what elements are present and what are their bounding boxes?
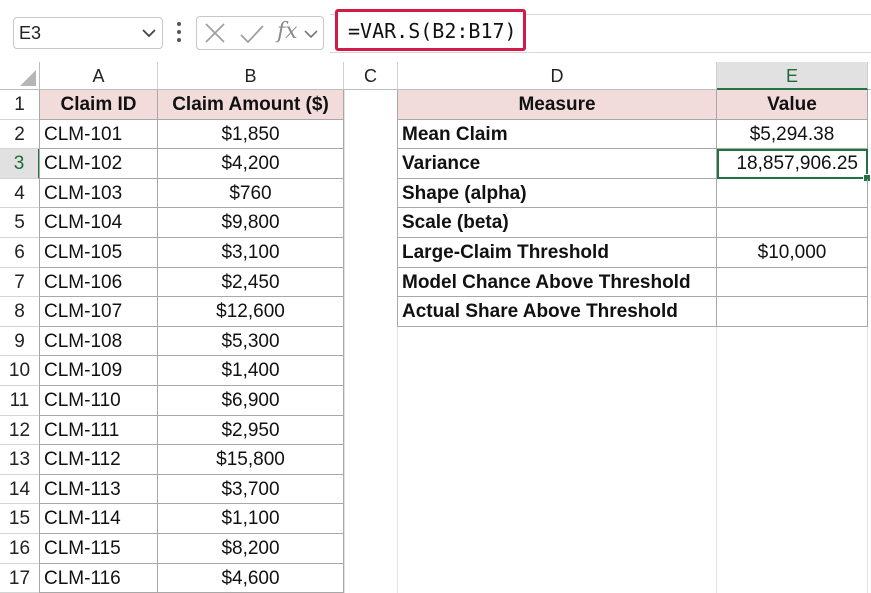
cancel-icon[interactable] <box>204 22 226 44</box>
claim-id-cell[interactable]: CLM-112 <box>40 445 158 475</box>
measure-value-cell[interactable] <box>717 297 868 327</box>
claim-amount-cell[interactable]: $15,800 <box>158 445 344 475</box>
column-header-d[interactable]: D <box>398 62 717 90</box>
chevron-down-icon[interactable] <box>142 28 156 38</box>
measure-label-cell[interactable]: Scale (beta) <box>398 208 717 238</box>
measure-value-cell[interactable] <box>717 178 868 209</box>
row-header-3[interactable]: 3 <box>0 149 40 179</box>
claim-amount-cell[interactable]: $6,900 <box>158 386 344 416</box>
column-header-e[interactable]: E <box>717 62 868 90</box>
measure-value-cell[interactable]: $5,294.38 <box>717 119 868 150</box>
row-header-17[interactable]: 17 <box>0 563 40 593</box>
active-cell-e3[interactable]: 18,857,906.25 <box>717 149 868 179</box>
formula-bar: E3 fx =VAR.S(B2:B17) <box>0 0 871 62</box>
row-header-2[interactable]: 2 <box>0 119 40 150</box>
claim-amount-cell[interactable]: $1,850 <box>158 119 344 150</box>
header-claim-id[interactable]: Claim ID <box>40 90 158 120</box>
measure-label-cell[interactable]: Actual Share Above Threshold <box>398 297 717 327</box>
name-box-value: E3 <box>19 23 42 43</box>
formula-text: =VAR.S(B2:B17) <box>348 19 517 43</box>
claim-amount-cell[interactable]: $1,100 <box>158 504 344 534</box>
claim-amount-cell[interactable]: $4,200 <box>158 149 344 179</box>
measure-label-cell[interactable]: Mean Claim <box>398 119 717 150</box>
chevron-down-icon[interactable] <box>304 29 318 39</box>
claim-amount-cell[interactable]: $5,300 <box>158 326 344 357</box>
select-all-button[interactable] <box>0 62 40 90</box>
measure-label-cell[interactable]: Model Chance Above Threshold <box>398 267 717 298</box>
table-left-border <box>397 90 398 327</box>
claim-id-cell[interactable]: CLM-109 <box>40 356 158 386</box>
claim-id-cell[interactable]: CLM-114 <box>40 504 158 534</box>
row-header-8[interactable]: 8 <box>0 297 40 327</box>
claim-id-cell[interactable]: CLM-101 <box>40 119 158 150</box>
row-header-13[interactable]: 13 <box>0 445 40 475</box>
claim-amount-cell[interactable]: $2,950 <box>158 415 344 446</box>
measure-value-cell[interactable]: $10,000 <box>717 238 868 268</box>
gridline <box>867 326 868 593</box>
claim-id-cell[interactable]: CLM-115 <box>40 534 158 564</box>
insert-function-icon[interactable]: fx <box>277 19 298 44</box>
claim-id-cell[interactable]: CLM-111 <box>40 415 158 446</box>
row-header-12[interactable]: 12 <box>0 415 40 446</box>
claim-amount-cell[interactable]: $2,450 <box>158 267 344 298</box>
more-options-icon[interactable] <box>177 22 181 42</box>
header-claim-amount[interactable]: Claim Amount ($) <box>158 90 344 120</box>
row-header-5[interactable]: 5 <box>0 208 40 238</box>
column-header-b[interactable]: B <box>158 62 344 90</box>
claim-id-cell[interactable]: CLM-113 <box>40 474 158 505</box>
row-header-16[interactable]: 16 <box>0 534 40 564</box>
claim-amount-cell[interactable]: $760 <box>158 178 344 209</box>
claim-id-cell[interactable]: CLM-104 <box>40 208 158 238</box>
formula-controls: fx <box>196 16 324 50</box>
claim-id-cell[interactable]: CLM-102 <box>40 149 158 179</box>
claim-amount-cell[interactable]: $9,800 <box>158 208 344 238</box>
claim-id-cell[interactable]: CLM-110 <box>40 386 158 416</box>
name-box[interactable]: E3 <box>13 17 163 49</box>
select-all-triangle-icon <box>20 70 36 86</box>
row-header-6[interactable]: 6 <box>0 238 40 268</box>
column-header-c[interactable]: C <box>344 62 398 90</box>
claim-id-cell[interactable]: CLM-108 <box>40 326 158 357</box>
measure-label-cell[interactable]: Variance <box>398 149 717 179</box>
gridline <box>716 326 717 593</box>
row-header-1[interactable]: 1 <box>0 90 40 120</box>
gridline <box>344 90 345 593</box>
claim-id-cell[interactable]: CLM-103 <box>40 178 158 209</box>
claim-amount-cell[interactable]: $1,400 <box>158 356 344 386</box>
row-header-15[interactable]: 15 <box>0 504 40 534</box>
measure-value-cell[interactable] <box>717 208 868 238</box>
claim-id-cell[interactable]: CLM-116 <box>40 563 158 593</box>
row-header-14[interactable]: 14 <box>0 474 40 505</box>
claim-id-cell[interactable]: CLM-106 <box>40 267 158 298</box>
row-header-11[interactable]: 11 <box>0 386 40 416</box>
gridline <box>397 326 398 593</box>
header-measure[interactable]: Measure <box>398 90 717 120</box>
claim-amount-cell[interactable]: $4,600 <box>158 563 344 593</box>
claim-amount-cell[interactable]: $8,200 <box>158 534 344 564</box>
enter-check-icon[interactable] <box>239 23 265 45</box>
table-left-border <box>39 90 40 593</box>
claim-amount-cell[interactable]: $12,600 <box>158 297 344 327</box>
measure-label-cell[interactable]: Large-Claim Threshold <box>398 238 717 268</box>
measure-value-cell[interactable] <box>717 267 868 298</box>
formula-input[interactable]: =VAR.S(B2:B17) <box>335 9 526 51</box>
claim-id-cell[interactable]: CLM-105 <box>40 238 158 268</box>
header-value[interactable]: Value <box>717 90 868 120</box>
claim-amount-cell[interactable]: $3,100 <box>158 238 344 268</box>
measure-label-cell[interactable]: Shape (alpha) <box>398 178 717 209</box>
claim-id-cell[interactable]: CLM-107 <box>40 297 158 327</box>
column-header-a[interactable]: A <box>40 62 158 90</box>
row-header-4[interactable]: 4 <box>0 178 40 209</box>
row-header-7[interactable]: 7 <box>0 267 40 298</box>
claim-amount-cell[interactable]: $3,700 <box>158 474 344 505</box>
row-header-10[interactable]: 10 <box>0 356 40 386</box>
row-header-9[interactable]: 9 <box>0 326 40 357</box>
